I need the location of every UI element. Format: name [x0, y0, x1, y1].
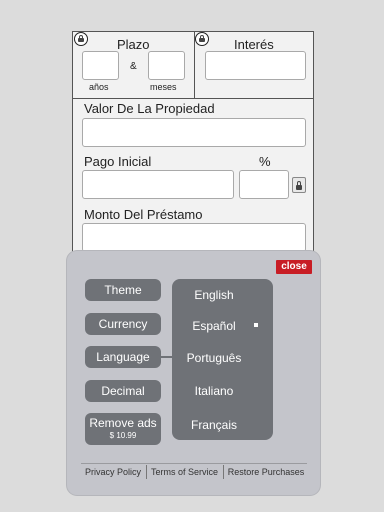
remove-ads-button[interactable]: Remove ads $ 10.99	[85, 413, 161, 445]
percent-input[interactable]	[239, 170, 289, 199]
percent-lock-icon[interactable]	[292, 177, 306, 193]
language-option-italiano[interactable]: Italiano	[172, 384, 256, 398]
plazo-lock-icon[interactable]	[74, 32, 88, 46]
close-button[interactable]: close	[276, 260, 312, 274]
pago-input[interactable]	[82, 170, 234, 199]
language-button[interactable]: Language	[85, 346, 161, 368]
restore-purchases-link[interactable]: Restore Purchases	[224, 467, 308, 477]
remove-ads-price: $ 10.99	[109, 431, 137, 440]
language-option-english[interactable]: English	[172, 288, 256, 302]
anos-label: años	[89, 82, 109, 92]
currency-button[interactable]: Currency	[85, 313, 161, 335]
and-label: &	[130, 61, 137, 72]
plazo-label: Plazo	[117, 37, 150, 52]
language-option-francais[interactable]: Français	[172, 418, 256, 432]
interes-label: Interés	[234, 37, 274, 52]
valor-input[interactable]	[82, 118, 306, 147]
remove-ads-label: Remove ads	[89, 416, 157, 430]
pago-label: Pago Inicial	[84, 154, 152, 169]
language-connector	[161, 356, 172, 358]
plazo-anos-input[interactable]	[82, 51, 119, 80]
footer-divider	[81, 463, 307, 464]
meses-label: meses	[150, 82, 177, 92]
terms-of-service-link[interactable]: Terms of Service	[147, 467, 222, 477]
interes-input[interactable]	[205, 51, 306, 80]
interes-lock-icon[interactable]	[195, 32, 209, 46]
monto-label: Monto Del Préstamo	[84, 207, 203, 222]
theme-button[interactable]: Theme	[85, 279, 161, 301]
row-divider	[73, 98, 313, 99]
percent-label: %	[259, 154, 271, 169]
selected-indicator-icon	[254, 323, 258, 327]
privacy-policy-link[interactable]: Privacy Policy	[81, 467, 145, 477]
monto-input[interactable]	[82, 223, 306, 252]
plazo-meses-input[interactable]	[148, 51, 185, 80]
valor-label: Valor De La Propiedad	[84, 101, 215, 116]
language-option-portugues[interactable]: Português	[172, 351, 256, 365]
decimal-button[interactable]: Decimal	[85, 380, 161, 402]
language-option-espanol[interactable]: Español	[172, 319, 256, 333]
